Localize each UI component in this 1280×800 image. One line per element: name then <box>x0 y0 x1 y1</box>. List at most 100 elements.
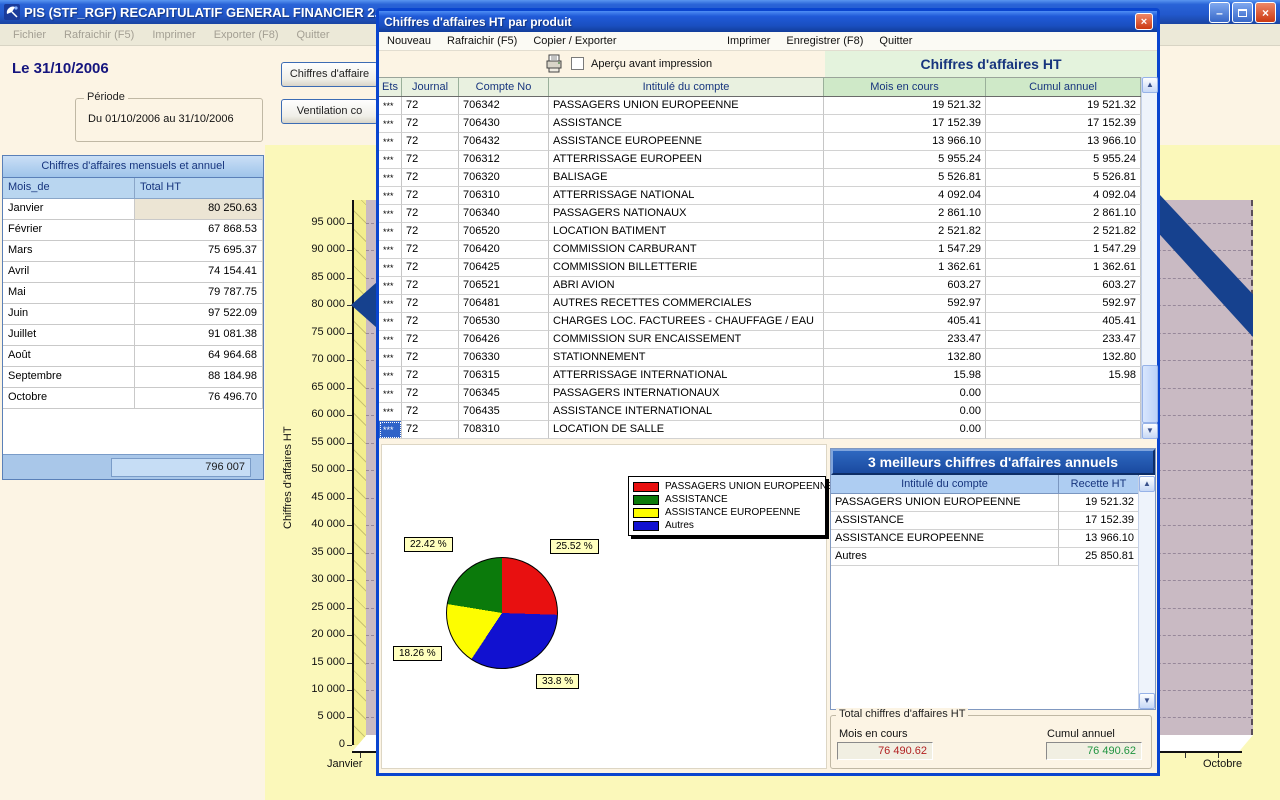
table-row[interactable]: Octobre76 496.70 <box>3 388 263 409</box>
dialog-menu-nouveau[interactable]: Nouveau <box>379 33 439 49</box>
chiffres-affaires-button[interactable]: Chiffres d'affaire <box>281 62 378 87</box>
table-row[interactable]: ASSISTANCE EUROPEENNE13 966.10 <box>831 530 1155 548</box>
dialog-titlebar[interactable]: Chiffres d'affaires HT par produit × <box>379 11 1157 32</box>
table-row[interactable]: ***72706425COMMISSION BILLETTERIE1 362.6… <box>379 259 1141 277</box>
cell: 72 <box>402 187 459 205</box>
table-row[interactable]: ***72706345PASSAGERS INTERNATIONAUX0.00 <box>379 385 1141 403</box>
y-tick-label: 50 000 <box>277 463 345 475</box>
restore-button[interactable] <box>1232 2 1253 23</box>
ventilation-button[interactable]: Ventilation co <box>281 99 378 124</box>
cell: COMMISSION CARBURANT <box>549 241 824 259</box>
cell: 706435 <box>459 403 549 421</box>
table-row[interactable]: ***72706426COMMISSION SUR ENCAISSEMENT23… <box>379 331 1141 349</box>
top3-scrollbar[interactable]: ▲ ▼ <box>1138 476 1155 709</box>
minimize-button[interactable]: – <box>1209 2 1230 23</box>
cell: 132.80 <box>986 349 1141 367</box>
cell: 72 <box>402 169 459 187</box>
dialog-close-button[interactable]: × <box>1135 13 1153 30</box>
dialog-menu-rafraichir[interactable]: Rafraichir (F5) <box>439 33 525 49</box>
menu-imprimer[interactable]: Imprimer <box>145 27 202 43</box>
cell: 72 <box>402 97 459 115</box>
table-row[interactable]: ***72706530CHARGES LOC. FACTUREES - CHAU… <box>379 313 1141 331</box>
col-top3-recette[interactable]: Recette HT <box>1059 475 1139 494</box>
table-row[interactable]: Mai79 787.75 <box>3 283 263 304</box>
table-row[interactable]: Mars75 695.37 <box>3 241 263 262</box>
cell: 706521 <box>459 277 549 295</box>
scroll-down-icon[interactable]: ▼ <box>1139 693 1155 709</box>
col-cumul-annuel[interactable]: Cumul annuel <box>986 78 1141 96</box>
scroll-up-icon[interactable]: ▲ <box>1142 77 1158 93</box>
cell: 706345 <box>459 385 549 403</box>
menu-fichier[interactable]: Fichier <box>6 27 53 43</box>
table-row[interactable]: ***72706435ASSISTANCE INTERNATIONAL0.00 <box>379 403 1141 421</box>
table-row[interactable]: ASSISTANCE17 152.39 <box>831 512 1155 530</box>
table-row[interactable]: Autres25 850.81 <box>831 548 1155 566</box>
value-cell: 91 081.38 <box>135 325 263 345</box>
account-cell: Autres <box>831 548 1059 566</box>
pie-chart-panel: PASSAGERS UNION EUROPEENNEASSISTANCEASSI… <box>381 444 827 769</box>
table-row[interactable]: ***72706481AUTRES RECETTES COMMERCIALES5… <box>379 295 1141 313</box>
cell: LOCATION DE SALLE <box>549 421 824 439</box>
printer-icon[interactable] <box>545 54 563 77</box>
table-row[interactable]: ***72706330STATIONNEMENT132.80132.80 <box>379 349 1141 367</box>
table-row[interactable]: ***72706312ATTERRISSAGE EUROPEEN5 955.24… <box>379 151 1141 169</box>
table-row[interactable]: Juin97 522.09 <box>3 304 263 325</box>
dialog-menu-copier-exporter[interactable]: Copier / Exporter <box>525 33 624 49</box>
table-row[interactable]: Juillet91 081.38 <box>3 325 263 346</box>
cell <box>986 385 1141 403</box>
table-row[interactable]: ***72706432ASSISTANCE EUROPEENNE13 966.1… <box>379 133 1141 151</box>
table-row[interactable]: ***72706342PASSAGERS UNION EUROPEENNE19 … <box>379 97 1141 115</box>
top3-title: 3 meilleurs chiffres d'affaires annuels <box>831 449 1155 475</box>
table-row[interactable]: PASSAGERS UNION EUROPEENNE19 521.32 <box>831 494 1155 512</box>
y-tick-label: 5 000 <box>277 710 345 722</box>
table-row[interactable]: Janvier80 250.63 <box>3 199 263 220</box>
col-ets[interactable]: Ets <box>379 78 402 96</box>
cell: 706312 <box>459 151 549 169</box>
menu-quitter[interactable]: Quitter <box>290 27 337 43</box>
top3-panel: 3 meilleurs chiffres d'affaires annuels … <box>830 448 1156 710</box>
table-row[interactable]: ***72706320BALISAGE5 526.815 526.81 <box>379 169 1141 187</box>
dialog-menu-imprimer[interactable]: Imprimer <box>719 33 778 49</box>
scrollbar-thumb[interactable] <box>1142 365 1158 423</box>
value-cell: 80 250.63 <box>135 199 263 219</box>
dialog-menu-enregistrer[interactable]: Enregistrer (F8) <box>778 33 871 49</box>
table-row[interactable]: ***72706521ABRI AVION603.27603.27 <box>379 277 1141 295</box>
cell: *** <box>379 385 402 403</box>
col-compte-no[interactable]: Compte No <box>459 78 549 96</box>
cell: 1 547.29 <box>986 241 1141 259</box>
table-row[interactable]: ***72706430ASSISTANCE17 152.3917 152.39 <box>379 115 1141 133</box>
table-row[interactable]: Avril74 154.41 <box>3 262 263 283</box>
col-mois-de[interactable]: Mois_de <box>3 178 135 198</box>
accounts-table-scrollbar[interactable]: ▲ ▼ <box>1141 77 1157 439</box>
month-cell: Janvier <box>3 199 135 219</box>
table-row[interactable]: ***72706420COMMISSION CARBURANT1 547.291… <box>379 241 1141 259</box>
menu-rafraichir[interactable]: Rafraichir (F5) <box>57 27 141 43</box>
col-intitule[interactable]: Intitulé du compte <box>549 78 824 96</box>
table-row[interactable]: Septembre88 184.98 <box>3 367 263 388</box>
monthly-table-empty-area <box>3 409 263 454</box>
cell: 72 <box>402 349 459 367</box>
menu-exporter[interactable]: Exporter (F8) <box>207 27 286 43</box>
cell: 706420 <box>459 241 549 259</box>
table-row[interactable]: ***72708310LOCATION DE SALLE0.00 <box>379 421 1141 439</box>
apercu-checkbox[interactable] <box>571 57 584 70</box>
table-row[interactable]: ***72706340PASSAGERS NATIONAUX2 861.102 … <box>379 205 1141 223</box>
cell: PASSAGERS INTERNATIONAUX <box>549 385 824 403</box>
dialog-menu-quitter[interactable]: Quitter <box>871 33 920 49</box>
scroll-up-icon[interactable]: ▲ <box>1139 476 1155 492</box>
dialog-toolbar: Aperçu avant impression Chiffres d'affai… <box>379 51 1157 77</box>
scroll-down-icon[interactable]: ▼ <box>1142 423 1158 439</box>
col-journal[interactable]: Journal <box>402 78 459 96</box>
table-row[interactable]: Février67 868.53 <box>3 220 263 241</box>
table-row[interactable]: ***72706520LOCATION BATIMENT2 521.822 52… <box>379 223 1141 241</box>
col-total-ht[interactable]: Total HT <box>135 178 263 198</box>
table-row[interactable]: ***72706310ATTERRISSAGE NATIONAL4 092.04… <box>379 187 1141 205</box>
table-row[interactable]: ***72706315ATTERRISSAGE INTERNATIONAL15.… <box>379 367 1141 385</box>
cell: 72 <box>402 331 459 349</box>
col-mois-en-cours[interactable]: Mois en cours <box>824 78 986 96</box>
cell: ASSISTANCE <box>549 115 824 133</box>
col-top3-intitule[interactable]: Intitulé du compte <box>831 475 1059 494</box>
table-row[interactable]: Août64 964.68 <box>3 346 263 367</box>
close-button[interactable]: × <box>1255 2 1276 23</box>
cell: *** <box>379 349 402 367</box>
